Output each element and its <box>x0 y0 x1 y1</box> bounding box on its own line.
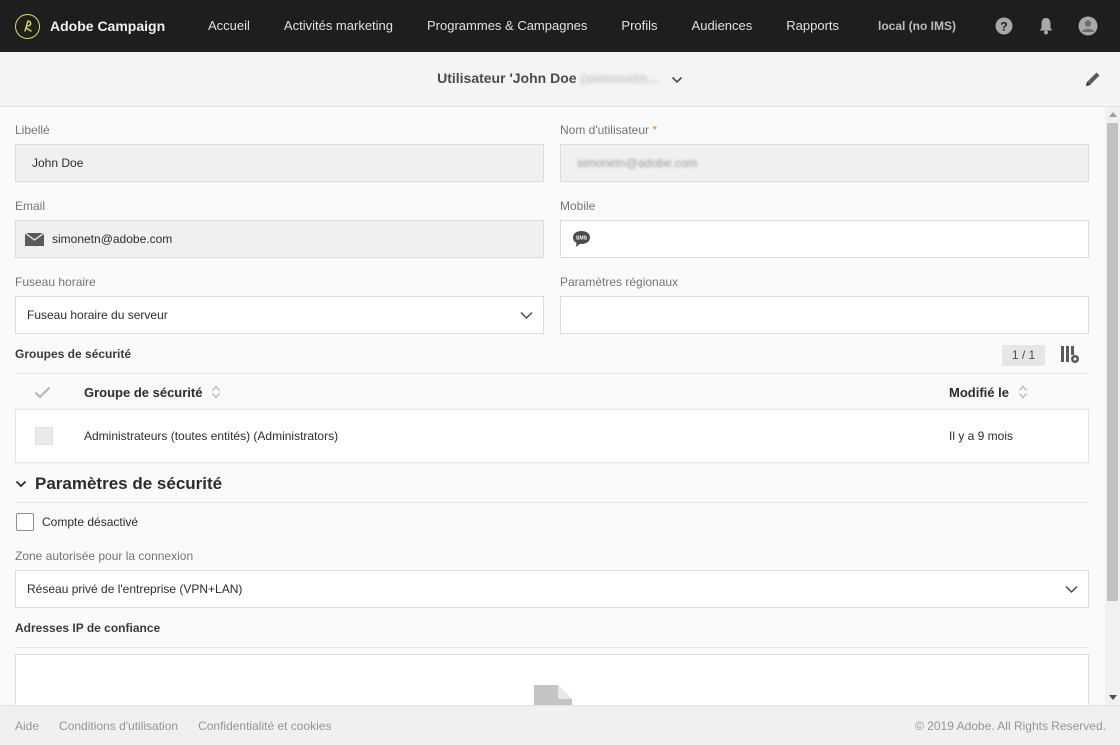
sms-icon: SMS <box>572 230 591 248</box>
column-settings-icon[interactable] <box>1060 345 1082 365</box>
page-title-blurred: (simonetn... <box>580 70 660 86</box>
zone-select[interactable]: Réseau privé de l'entreprise (VPN+LAN) <box>15 570 1089 608</box>
libelle-label: Libellé <box>15 123 50 137</box>
avatar-icon[interactable] <box>1078 16 1098 36</box>
adobe-campaign-logo-icon <box>15 13 40 39</box>
nav-activites-marketing[interactable]: Activités marketing <box>267 0 410 52</box>
column-header-modified[interactable]: Modifié le <box>949 374 1028 410</box>
pencil-icon[interactable] <box>1082 68 1104 90</box>
account-disabled-checkbox[interactable] <box>16 513 34 531</box>
vertical-scrollbar[interactable] <box>1105 107 1120 705</box>
footer: Aide Conditions d'utilisation Confidenti… <box>0 705 1120 745</box>
sort-icon <box>1018 385 1028 399</box>
divider <box>15 502 1088 503</box>
svg-text:SMS: SMS <box>576 236 588 242</box>
footer-link-conditions[interactable]: Conditions d'utilisation <box>59 719 178 733</box>
nav-rapports[interactable]: Rapports <box>769 0 856 52</box>
environment-label[interactable]: local (no IMS) <box>878 19 956 33</box>
row-modified: Il y a 9 mois <box>949 429 1014 443</box>
username-value: simonetn@adobe.com <box>577 156 698 170</box>
main-menu: Accueil Activités marketing Programmes &… <box>191 0 856 52</box>
divider <box>15 647 1088 648</box>
chevron-down-icon[interactable] <box>671 71 683 87</box>
security-params-toggle[interactable]: Paramètres de sécurité <box>15 474 222 494</box>
trusted-ip-list[interactable] <box>15 654 1089 705</box>
column-header-group[interactable]: Groupe de sécurité <box>84 374 221 410</box>
footer-link-confidentialite[interactable]: Confidentialité et cookies <box>198 719 331 733</box>
row-checkbox[interactable] <box>35 427 53 445</box>
timezone-select[interactable]: Fuseau horaire du serveur <box>15 296 544 334</box>
mobile-field[interactable]: SMS <box>560 220 1089 258</box>
username-field[interactable]: simonetn@adobe.com <box>560 144 1089 182</box>
nav-accueil[interactable]: Accueil <box>191 0 267 52</box>
footer-links: Aide Conditions d'utilisation Confidenti… <box>15 706 351 745</box>
libelle-field[interactable]: John Doe <box>15 144 544 182</box>
username-label-text: Nom d'utilisateur <box>560 123 649 137</box>
bell-icon[interactable] <box>1036 16 1056 36</box>
email-value: simonetn@adobe.com <box>52 232 173 246</box>
security-groups-title: Groupes de sécurité <box>15 347 132 361</box>
timezone-value: Fuseau horaire du serveur <box>27 308 168 322</box>
security-groups-table-header: Groupe de sécurité Modifié le <box>15 373 1088 409</box>
email-field[interactable]: simonetn@adobe.com <box>15 220 544 258</box>
required-marker: * <box>652 123 658 137</box>
user-form: Libellé John Doe Nom d'utilisateur * sim… <box>0 107 1105 705</box>
chevron-down-icon <box>520 309 533 323</box>
security-params-title: Paramètres de sécurité <box>35 474 223 493</box>
help-icon[interactable]: ? <box>994 16 1014 36</box>
regional-field[interactable] <box>560 296 1089 334</box>
brand[interactable]: Adobe Campaign <box>15 13 165 39</box>
column-header-group-label: Groupe de sécurité <box>84 384 203 400</box>
nav-programmes-campagnes[interactable]: Programmes & Campagnes <box>410 0 604 52</box>
libelle-value: John Doe <box>32 156 84 170</box>
scrollbar-thumb[interactable] <box>1107 123 1118 601</box>
page-header: Utilisateur 'John Doe (simonetn... <box>0 52 1120 107</box>
svg-text:?: ? <box>1000 20 1007 34</box>
ip-title: Adresses IP de confiance <box>15 621 161 635</box>
mobile-label: Mobile <box>560 199 596 213</box>
nav-audiences[interactable]: Audiences <box>675 0 770 52</box>
envelope-icon <box>25 232 44 246</box>
copyright: © 2019 Adobe. All Rights Reserved. <box>915 719 1106 733</box>
zone-label: Zone autorisée pour la connexion <box>15 549 194 563</box>
sort-icon <box>211 385 221 399</box>
top-navigation: Adobe Campaign Accueil Activités marketi… <box>0 0 1120 52</box>
scroll-down-arrow[interactable] <box>1109 695 1117 700</box>
zone-value: Réseau privé de l'entreprise (VPN+LAN) <box>27 582 243 596</box>
check-icon[interactable] <box>34 374 51 410</box>
page-title[interactable]: Utilisateur 'John Doe (simonetn... <box>0 70 1120 87</box>
table-row[interactable]: Administrateurs (toutes entités) (Admini… <box>15 409 1089 463</box>
nav-profils[interactable]: Profils <box>604 0 674 52</box>
regional-label: Paramètres régionaux <box>560 275 679 289</box>
chevron-down-icon <box>1065 583 1078 597</box>
chevron-down-icon <box>15 480 27 488</box>
page-title-text: Utilisateur 'John Doe <box>437 70 577 86</box>
row-group-name: Administrateurs (toutes entités) (Admini… <box>84 429 339 443</box>
account-disabled-label: Compte désactivé <box>42 515 139 529</box>
column-header-modified-label: Modifié le <box>949 384 1009 400</box>
account-disabled[interactable]: Compte désactivé <box>16 513 138 531</box>
username-label: Nom d'utilisateur * <box>560 123 657 137</box>
app-name: Adobe Campaign <box>50 18 166 34</box>
footer-link-aide[interactable]: Aide <box>15 719 39 733</box>
nav-utilities: local (no IMS) ? <box>878 0 1098 52</box>
timezone-label: Fuseau horaire <box>15 275 96 289</box>
email-label: Email <box>15 199 46 213</box>
pager: 1 / 1 <box>1002 345 1045 366</box>
scroll-up-arrow[interactable] <box>1109 112 1117 117</box>
document-icon <box>534 685 572 705</box>
